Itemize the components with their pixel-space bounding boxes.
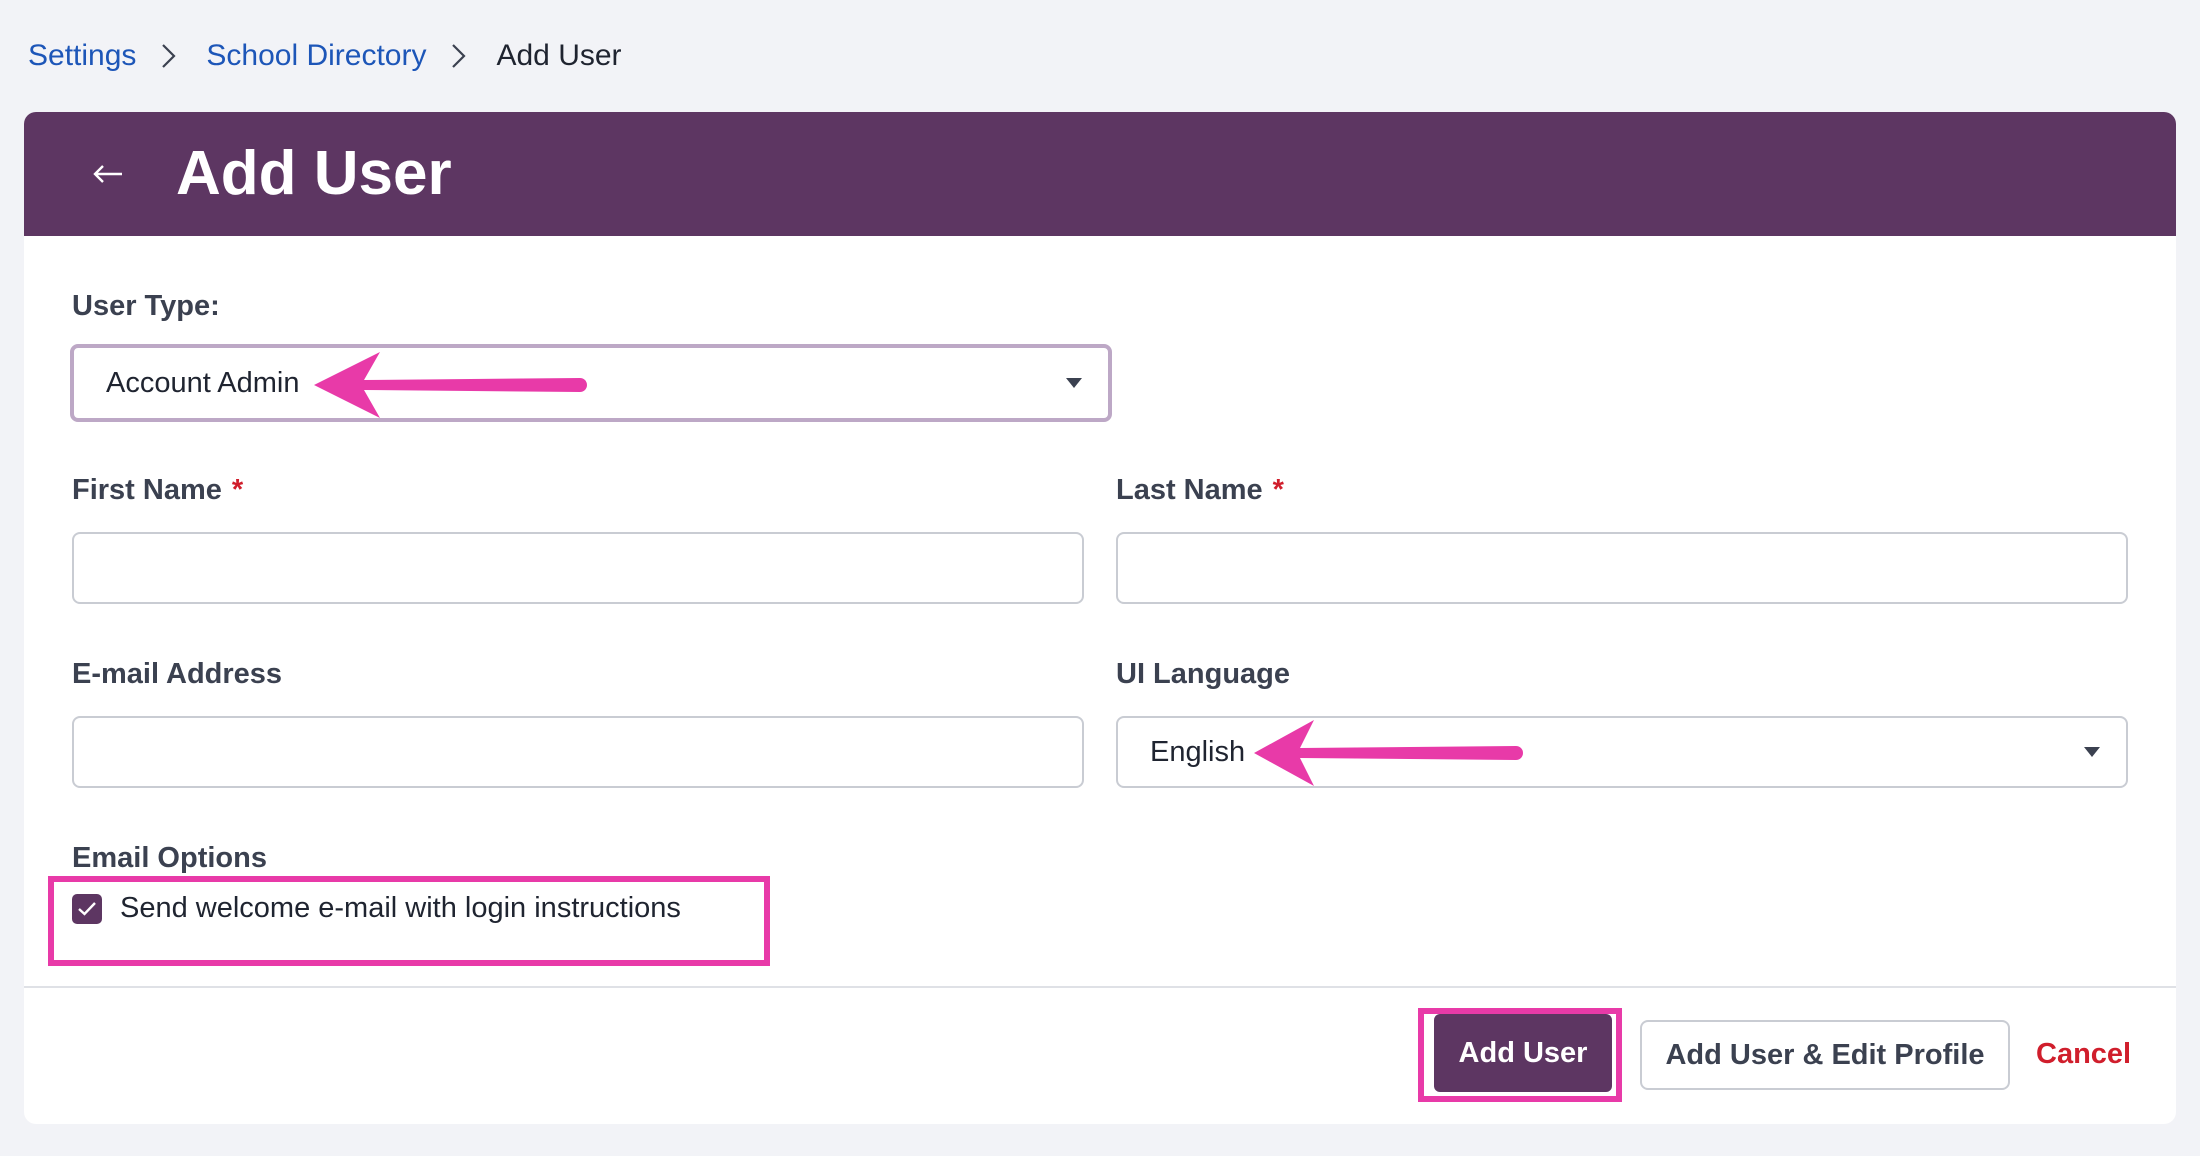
- last-name-label-text: Last Name: [1116, 474, 1263, 506]
- add-user-button[interactable]: Add User: [1434, 1014, 1612, 1092]
- email-input[interactable]: [72, 716, 1084, 788]
- footer-divider: [24, 986, 2176, 988]
- user-type-label: User Type:: [72, 290, 220, 322]
- breadcrumb-school-directory[interactable]: School Directory: [206, 39, 426, 73]
- last-name-input[interactable]: [1116, 532, 2128, 604]
- breadcrumb-settings[interactable]: Settings: [28, 39, 136, 73]
- back-button[interactable]: [86, 152, 130, 196]
- caret-down-icon: [1066, 378, 1082, 388]
- email-options-label: Email Options: [72, 842, 267, 874]
- first-name-label: First Name *: [72, 474, 243, 507]
- chevron-right-icon: [160, 42, 178, 70]
- card-header: Add User: [24, 112, 2176, 236]
- email-label: E-mail Address: [72, 658, 283, 690]
- required-marker: *: [1272, 474, 1284, 506]
- arrow-left-icon: [93, 165, 122, 183]
- ui-language-select[interactable]: English: [1116, 716, 2128, 788]
- required-marker: *: [231, 474, 244, 506]
- user-type-value: Account Admin: [106, 366, 300, 399]
- ui-language-value: English: [1150, 735, 1246, 768]
- ui-language-label: UI Language: [1116, 658, 1291, 690]
- add-user-edit-profile-button[interactable]: Add User & Edit Profile: [1640, 1020, 2010, 1090]
- page-title: Add User: [176, 139, 452, 208]
- first-name-input[interactable]: [72, 532, 1084, 604]
- welcome-email-label: Send welcome e-mail with login instructi…: [120, 892, 681, 924]
- user-type-select[interactable]: Account Admin: [70, 344, 1112, 422]
- last-name-label: Last Name *: [1116, 474, 1284, 507]
- add-user-card: Add User User Type: Account Admin First …: [24, 112, 2176, 1124]
- breadcrumb-current: Add User: [496, 39, 622, 72]
- caret-down-icon: [2084, 747, 2100, 757]
- cancel-link[interactable]: Cancel: [2036, 1038, 2131, 1071]
- welcome-email-checkbox[interactable]: [72, 893, 102, 924]
- first-name-label-text: First Name: [72, 474, 222, 506]
- breadcrumb: Settings School Directory Add User: [28, 34, 622, 78]
- chevron-right-icon: [450, 42, 468, 70]
- checkmark-icon: [78, 901, 96, 916]
- welcome-email-option[interactable]: Send welcome e-mail with login instructi…: [72, 892, 681, 925]
